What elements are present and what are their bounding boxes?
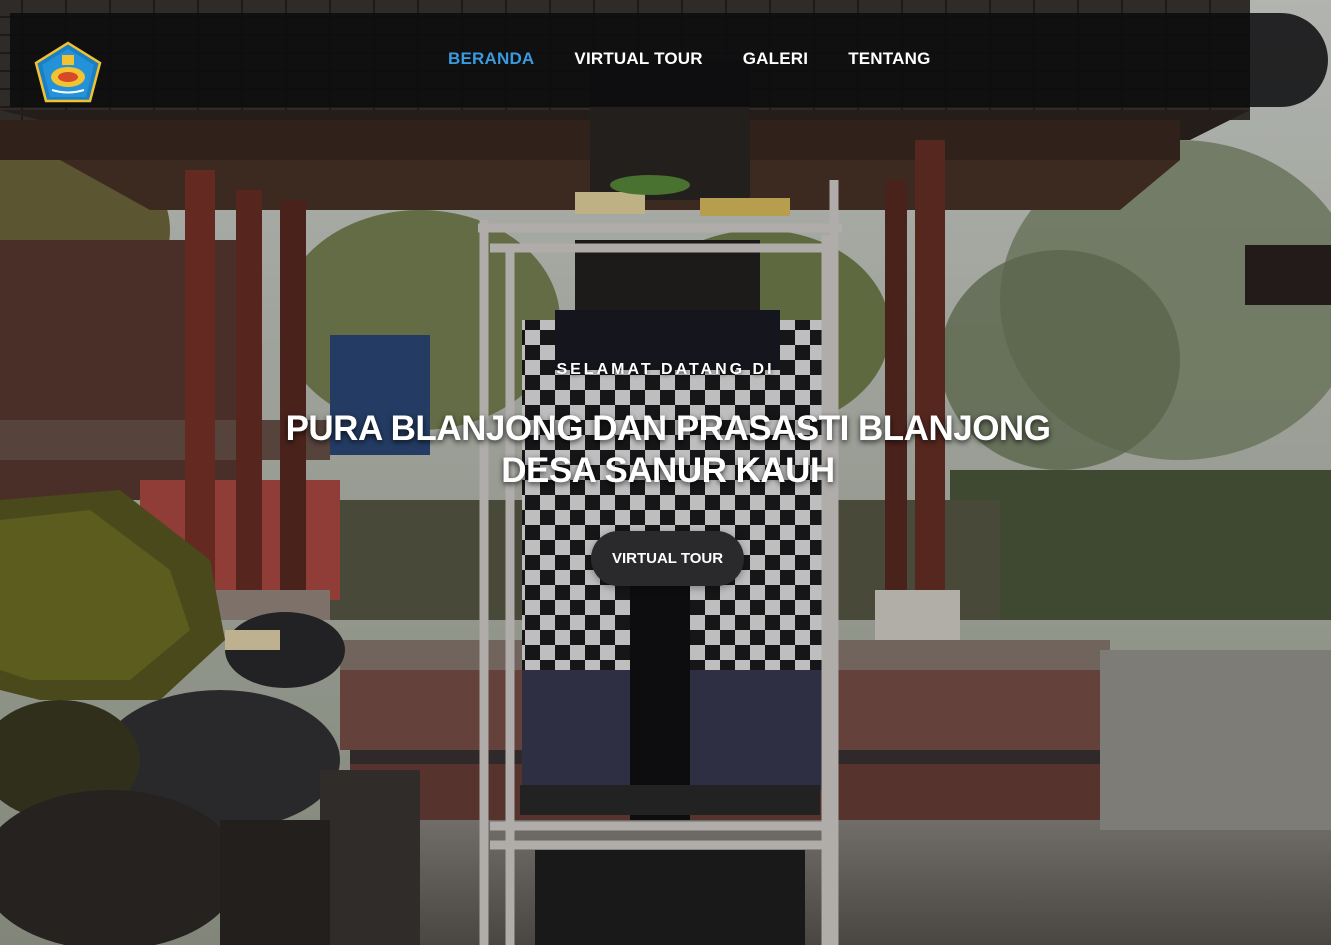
navbar: BERANDA VIRTUAL TOUR GALERI TENTANG (10, 13, 1328, 107)
nav-item-tentang[interactable]: TENTANG (848, 49, 930, 69)
main-nav: BERANDA VIRTUAL TOUR GALERI TENTANG (448, 49, 931, 69)
nav-item-galeri[interactable]: GALERI (743, 49, 808, 69)
page-title: PURA BLANJONG DAN PRASASTI BLANJONG DESA… (0, 408, 1331, 492)
nav-item-beranda[interactable]: BERANDA (448, 49, 534, 69)
welcome-text: SELAMAT DATANG DI (556, 361, 775, 378)
page-title-line-2: DESA SANUR KAUH (501, 451, 835, 490)
virtual-tour-button[interactable]: VIRTUAL TOUR (591, 531, 744, 586)
regional-emblem-icon[interactable] (34, 41, 102, 103)
nav-item-virtual-tour[interactable]: VIRTUAL TOUR (574, 49, 702, 69)
page-title-line-1: PURA BLANJONG DAN PRASASTI BLANJONG (285, 409, 1051, 448)
